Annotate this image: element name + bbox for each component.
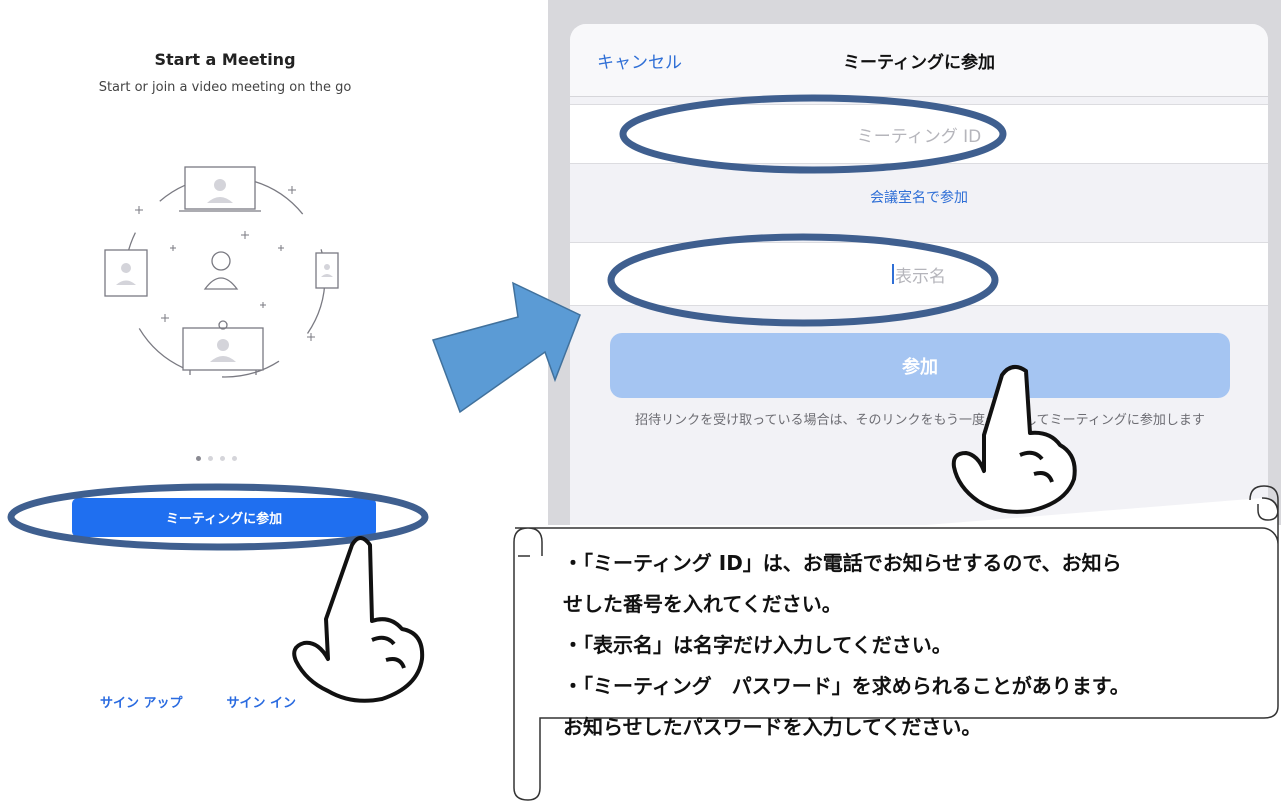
pointing-hand-icon xyxy=(292,536,425,703)
instruction-line: お知らせしたパスワードを入力してください。 xyxy=(563,715,982,739)
pointing-hand-icon xyxy=(951,364,1077,514)
instruction-line: せした番号を入れてください。 xyxy=(563,592,842,616)
instruction-line: ・「ミーティング ID」は、お電話でお知らせするので、お知ら xyxy=(563,551,1122,575)
instruction-line: ・「表示名」は名字だけ入力してください。 xyxy=(563,633,952,657)
meeting-id-highlight xyxy=(619,94,1007,174)
instruction-text: ・「ミーティング ID」は、お電話でお知らせするので、お知ら せした番号を入れて… xyxy=(563,543,1263,748)
display-name-highlight xyxy=(607,233,999,327)
instruction-line: ・「ミーティング パスワード」を求められることがあります。 xyxy=(563,674,1130,698)
right-arrow-icon xyxy=(432,281,581,414)
